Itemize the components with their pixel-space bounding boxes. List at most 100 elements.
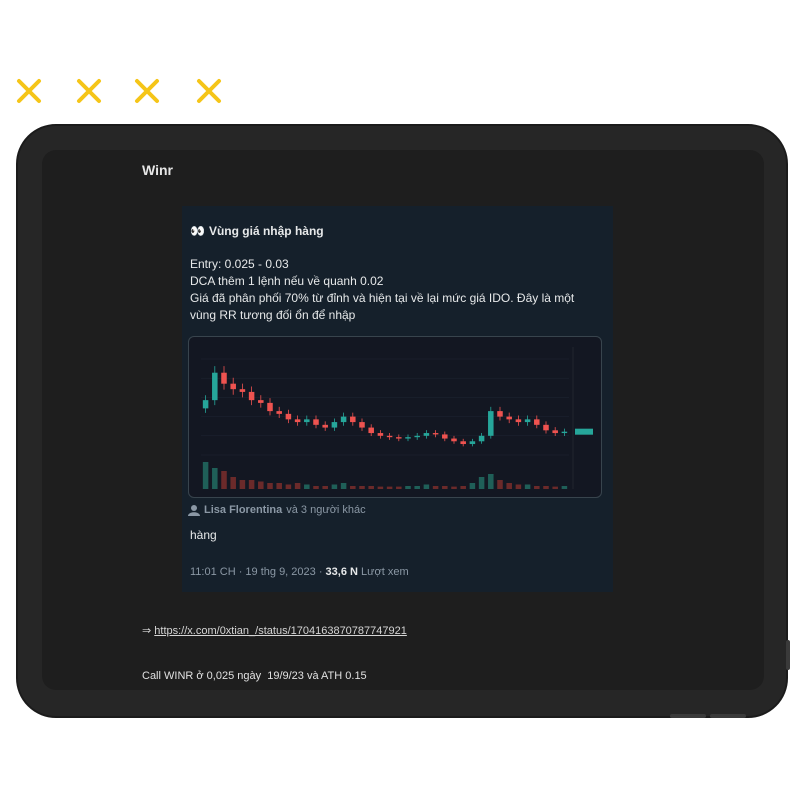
tablet-screen: Winr 👀 Vùng giá nhập hàng Entry: 0.025 -… <box>42 150 764 690</box>
candle-body <box>515 419 522 423</box>
volume-bar <box>414 486 420 489</box>
candle-body <box>313 419 319 425</box>
candle-body <box>350 416 356 423</box>
volume-bar <box>460 486 466 489</box>
price-chart-image[interactable] <box>188 336 602 498</box>
tweet-meta: 11:01 CH · 19 thg 9, 2023 · 33,6 N Lượt … <box>190 566 409 578</box>
volume-bar <box>285 484 292 489</box>
volume-bar <box>543 486 549 489</box>
tweet-views-count: 33,6 N <box>325 566 358 578</box>
tablet-side-button <box>786 640 790 670</box>
volume-bar <box>552 486 558 489</box>
volume-bar <box>221 471 227 489</box>
page-title: Winr <box>142 162 173 178</box>
volume-bar <box>267 483 273 489</box>
tweet-body: Entry: 0.025 - 0.03 DCA thêm 1 lệnh nếu … <box>190 256 600 324</box>
tweet-heading-text: Vùng giá nhập hàng <box>208 224 324 238</box>
candle-body <box>322 424 328 428</box>
volume-bar <box>534 486 540 489</box>
liker-name[interactable]: Lisa Florentina <box>204 504 282 516</box>
volume-bar <box>202 462 209 489</box>
x-mark-icon <box>14 76 44 106</box>
candle-body <box>423 433 430 436</box>
volume-bar <box>294 483 301 489</box>
volume-bar <box>396 486 402 489</box>
volume-bar <box>469 483 476 489</box>
candle-body <box>368 427 374 434</box>
tweet-line: vùng RR tương đối ổn để nhập <box>190 308 356 322</box>
volume-bar <box>340 483 347 489</box>
candle-body <box>506 416 512 420</box>
candle-body <box>377 433 384 436</box>
candle-body <box>469 441 476 445</box>
x-mark-icon <box>74 76 104 106</box>
volume-bar <box>304 484 310 489</box>
volume-bar <box>368 486 374 489</box>
volume-bar <box>331 484 338 489</box>
volume-bar <box>506 483 512 489</box>
tweet-reply-text: hàng <box>190 528 217 542</box>
volume-bar <box>386 486 393 489</box>
volume-bar <box>276 483 282 489</box>
candle-body <box>340 416 347 423</box>
eyes-icon: 👀 <box>190 224 205 238</box>
volume-bar <box>239 480 246 489</box>
call-note: Call WINR ở 0,025 ngày 19/9/23 và ATH 0.… <box>142 670 367 682</box>
tweet-heading: 👀 Vùng giá nhập hàng <box>190 224 324 238</box>
volume-bar <box>359 486 365 489</box>
volume-bar <box>442 486 448 489</box>
x-mark-icon <box>132 76 162 106</box>
x-mark-icon <box>194 76 224 106</box>
candle-body <box>442 434 448 439</box>
tweet-line: DCA thêm 1 lệnh nếu về quanh 0.02 <box>190 274 384 288</box>
volume-bar <box>248 480 255 489</box>
candle-body <box>432 433 439 435</box>
tablet-top-button <box>670 714 706 718</box>
tablet-top-button <box>710 714 746 718</box>
arrow-icon: ⇒ <box>142 625 155 637</box>
user-icon <box>188 505 200 516</box>
volume-bar <box>423 484 430 489</box>
candle-body <box>414 435 420 438</box>
candle-body <box>258 400 264 403</box>
candlestick-chart <box>201 347 593 489</box>
volume-bar <box>515 484 522 489</box>
volume-bar <box>212 468 218 489</box>
current-price-marker <box>575 428 593 435</box>
candle-body <box>396 437 402 439</box>
candle-body <box>202 400 209 409</box>
candle-body <box>478 435 485 442</box>
liker-suffix: và 3 người khác <box>286 504 366 516</box>
candle-body <box>543 424 549 431</box>
tweet-card[interactable]: 👀 Vùng giá nhập hàng Entry: 0.025 - 0.03… <box>182 206 613 592</box>
source-link[interactable]: https://x.com/0xtian_/status/17041638707… <box>154 625 407 637</box>
liked-by[interactable]: Lisa Florentina và 3 người khác <box>188 504 366 516</box>
candle-body <box>359 422 365 428</box>
volume-bar <box>313 486 319 489</box>
candle-body <box>276 411 282 414</box>
volume-bar <box>377 486 384 489</box>
candle-body <box>497 411 503 417</box>
candle-body <box>304 419 310 423</box>
volume-bar <box>561 486 568 489</box>
decorative-marks <box>14 76 244 106</box>
candle-body <box>285 413 292 420</box>
candle-body <box>534 419 540 425</box>
candle-body <box>294 419 301 423</box>
candle-body <box>248 391 255 401</box>
volume-bar <box>350 486 356 489</box>
candle-body <box>331 422 338 428</box>
volume-bar <box>432 486 439 489</box>
tweet-time: 11:01 CH · 19 thg 9, 2023 · <box>190 566 326 578</box>
source-link-line: ⇒ https://x.com/0xtian_/status/170416387… <box>142 624 407 637</box>
tweet-line: Giá đã phân phối 70% từ đỉnh và hiện tại… <box>190 291 575 305</box>
candle-body <box>451 438 457 442</box>
candle-body <box>239 389 246 392</box>
candle-body <box>386 435 393 438</box>
volume-bar <box>405 486 411 489</box>
volume-bar <box>451 486 457 489</box>
candle-body <box>488 411 494 436</box>
volume-bar <box>488 474 494 489</box>
volume-bar <box>478 477 485 489</box>
candle-body <box>212 372 218 401</box>
